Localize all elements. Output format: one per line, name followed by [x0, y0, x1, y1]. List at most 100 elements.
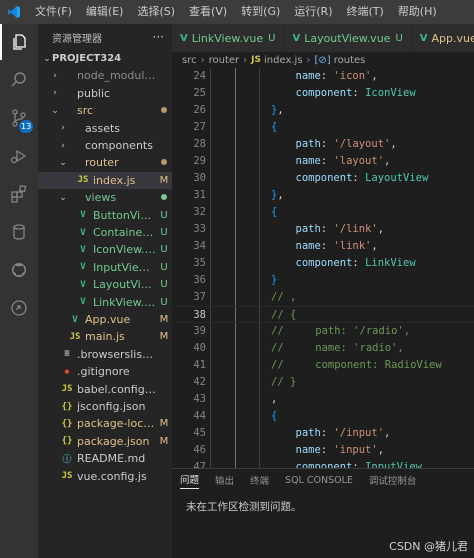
file-item[interactable]: JS index.js M [38, 171, 172, 189]
tab-label: LayoutView.vue [304, 31, 391, 45]
line-number: 40 [193, 342, 206, 354]
tree-item-label: src [77, 104, 94, 118]
code-line: 45 path: '/input', [172, 425, 474, 442]
tree-item-label: InputView.vue [93, 260, 156, 274]
editor-tab[interactable]: V App.vue [411, 24, 474, 52]
vue-file-icon: V [72, 314, 78, 325]
code-line: 24 name: 'icon', [172, 68, 474, 85]
folder-item[interactable]: › components [38, 137, 172, 154]
extensions-icon[interactable] [0, 176, 38, 212]
panel-tab[interactable]: SQL CONSOLE [285, 475, 353, 486]
code-text: // } [271, 374, 296, 391]
run-debug-icon[interactable] [0, 138, 38, 174]
json-file-icon: {} [61, 401, 73, 412]
file-item[interactable]: V App.vue M [38, 311, 172, 328]
panel-tab[interactable]: 终端 [250, 473, 269, 487]
code-token: , [277, 189, 284, 201]
git-status-dot [161, 159, 167, 166]
menu-item[interactable]: 帮助(H) [391, 0, 444, 24]
panel-tab[interactable]: 问题 [180, 472, 200, 489]
file-item[interactable]: {} package.json M [38, 433, 172, 450]
breadcrumb-symbol[interactable]: routes [334, 55, 366, 66]
code-line: 39 // path: '/radio', [172, 323, 474, 340]
git-status: U [160, 296, 168, 308]
code-token: component [295, 461, 353, 468]
more-actions-icon[interactable]: ··· [153, 30, 164, 44]
folder-item[interactable]: ⌄ views [38, 189, 172, 206]
breadcrumb-router[interactable]: router [209, 55, 240, 66]
code-line: 47 component: InputView [172, 459, 474, 468]
panel-tab[interactable]: 调试控制台 [369, 473, 417, 487]
tree-item-label: .gitignore [77, 365, 130, 379]
github-icon[interactable] [0, 252, 38, 288]
code-token: // component: RadioView [271, 359, 442, 371]
menu-item[interactable]: 终端(T) [340, 0, 391, 24]
editor-tab[interactable]: V LayoutView.vue U [284, 24, 412, 52]
js-file-icon: JS [251, 55, 261, 65]
symbol-array-icon: [⊘] [314, 54, 331, 66]
file-item[interactable]: {} package-lock.jsonM [38, 415, 172, 432]
git-status [156, 105, 172, 116]
file-item[interactable]: V IconView.vue U [38, 241, 172, 258]
code-token: , [377, 444, 385, 456]
folder-item[interactable]: ⌄ src [38, 102, 172, 119]
tree-item-label: ButtonView.vue [93, 208, 156, 222]
breadcrumb-src[interactable]: src [182, 55, 197, 66]
file-item[interactable]: JS babel.config.js [38, 381, 172, 398]
file-item[interactable]: ⓘ README.md [38, 450, 172, 467]
file-item[interactable]: ≡ .browserslistrc [38, 346, 172, 363]
file-item[interactable]: V ContainerVie... U [38, 224, 172, 241]
folder-item[interactable]: › node_modules [38, 67, 172, 84]
code-token: // { [271, 309, 297, 321]
code-text: // path: '/radio', [271, 323, 410, 340]
code-line: 32 { [172, 204, 474, 221]
files-icon[interactable] [0, 24, 38, 60]
database-icon[interactable] [0, 214, 38, 250]
code-token: : [352, 87, 366, 99]
line-number: 30 [193, 172, 206, 184]
code-editor[interactable]: 24 name: 'icon', 25 component: IconView 26},… [172, 68, 474, 468]
breadcrumb-file[interactable]: index.js [264, 55, 303, 66]
code-token: : [352, 257, 366, 269]
menu-item[interactable]: 查看(V) [182, 0, 234, 24]
menu-item[interactable]: 运行(R) [287, 0, 339, 24]
code-text: , [271, 391, 277, 408]
chevron-right-icon: › [200, 54, 205, 66]
file-item[interactable]: V LayoutView.vue U [38, 276, 172, 293]
share-icon[interactable] [0, 290, 38, 326]
line-number: 25 [193, 87, 206, 99]
search-icon[interactable] [0, 62, 38, 98]
code-line: 35 component: LinkView [172, 255, 474, 272]
code-token: , [277, 104, 284, 116]
file-item[interactable]: ◆ .gitignore [38, 363, 172, 380]
menu-item[interactable]: 文件(F) [28, 0, 79, 24]
file-item[interactable]: JS vue.config.js [38, 468, 172, 485]
file-item[interactable]: V LinkView.vue U [38, 294, 172, 311]
tree-item-label: babel.config.js [77, 382, 156, 396]
menu-item[interactable]: 编辑(E) [79, 0, 131, 24]
file-item[interactable]: JS main.js M [38, 328, 172, 345]
source-control-icon[interactable]: 13 [0, 100, 38, 136]
menu-item[interactable]: 转到(G) [234, 0, 287, 24]
editor-tab[interactable]: V LinkView.vue U [172, 24, 285, 52]
code-token: : [320, 427, 334, 439]
code-token: component [295, 257, 353, 269]
project-root[interactable]: ⌄ PROJECT324 [38, 50, 172, 67]
menu-item[interactable]: 选择(S) [130, 0, 182, 24]
code-token: '/input' [333, 427, 385, 439]
vue-file-icon: V [80, 297, 86, 308]
code-text: path: '/input', [296, 425, 391, 442]
panel-tab[interactable]: 输出 [215, 473, 234, 487]
file-item[interactable]: {} jsconfig.json [38, 398, 172, 415]
code-line: 28 path: '/layout', [172, 136, 474, 153]
code-token: , [384, 155, 391, 167]
folder-item[interactable]: › assets [38, 120, 172, 137]
folder-item[interactable]: › public [38, 85, 172, 102]
file-item[interactable]: V ButtonView.vue U [38, 207, 172, 224]
file-item[interactable]: V InputView.vue U [38, 259, 172, 276]
folder-item[interactable]: ⌄ router [38, 154, 172, 171]
code-line: 31}, [172, 187, 474, 204]
watermark: CSDN @猪儿君 [389, 540, 468, 553]
chevron-right-icon: › [306, 54, 311, 66]
line-number: 41 [193, 359, 206, 371]
